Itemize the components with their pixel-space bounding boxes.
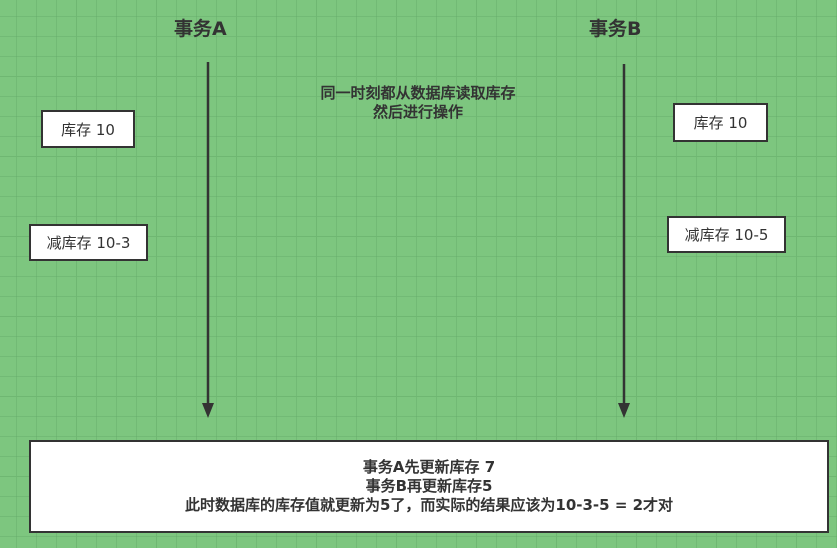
transaction-a-calc-box: 减库存 10-3 — [29, 224, 148, 261]
transaction-b-calc-box: 减库存 10-5 — [667, 216, 786, 253]
middle-note-line-2: 然后进行操作 — [372, 103, 463, 121]
middle-note: 同一时刻都从数据库读取库存 然后进行操作 — [298, 84, 538, 122]
middle-note-line-1: 同一时刻都从数据库读取库存 — [320, 84, 516, 102]
transaction-a-arrowhead — [202, 403, 214, 418]
transaction-a-read-box: 库存 10 — [41, 110, 135, 148]
result-line-1: 事务A先更新库存 7 — [362, 458, 496, 476]
result-box: 事务A先更新库存 7 事务B再更新库存5 此时数据库的库存值就更新为5了，而实际… — [29, 440, 829, 533]
result-line-2: 事务B再更新库存5 — [365, 477, 493, 495]
transaction-b-read-box: 库存 10 — [673, 103, 768, 142]
transaction-b-arrowhead — [618, 403, 630, 418]
result-line-3: 此时数据库的库存值就更新为5了，而实际的结果应该为10-3-5 = 2才对 — [184, 496, 674, 514]
